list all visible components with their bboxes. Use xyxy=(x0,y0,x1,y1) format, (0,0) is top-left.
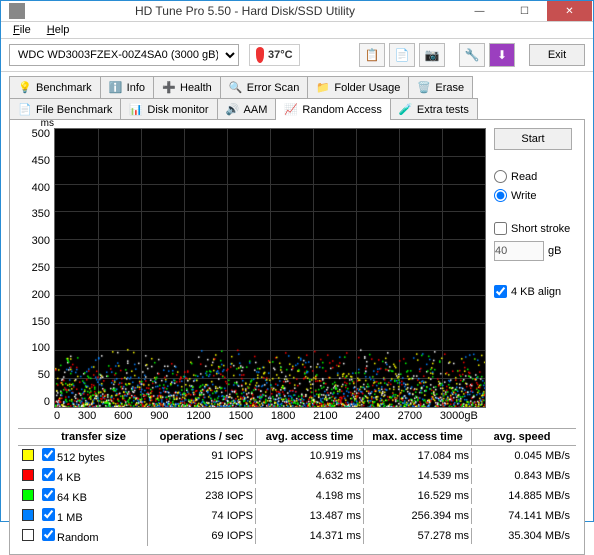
tab-disk-monitor[interactable]: 📊Disk monitor xyxy=(120,98,217,120)
write-radio-row[interactable]: Write xyxy=(494,189,576,202)
trash-icon: 🗑️ xyxy=(417,81,431,95)
tab-error-scan[interactable]: 🔍Error Scan xyxy=(220,76,309,98)
copy-info-button[interactable]: 📋 xyxy=(359,43,385,67)
speed-cell: 35.304 MB/s xyxy=(472,528,572,544)
options-button[interactable]: 🔧 xyxy=(459,43,485,67)
row-checkbox[interactable] xyxy=(42,488,55,501)
max-cell: 57.278 ms xyxy=(364,528,472,544)
stroke-unit-label: gB xyxy=(548,245,561,257)
transfer-size-label: 512 bytes xyxy=(57,452,105,464)
read-radio-row[interactable]: Read xyxy=(494,170,576,183)
menu-file[interactable]: File xyxy=(5,22,39,38)
row-checkbox[interactable] xyxy=(42,508,55,521)
table-header: transfer size operations / sec avg. acce… xyxy=(18,428,576,446)
tab-info[interactable]: ℹ️Info xyxy=(100,76,154,98)
tab-benchmark[interactable]: 💡Benchmark xyxy=(9,76,101,98)
file-icon: 📄 xyxy=(18,103,32,117)
transfer-size-label: Random xyxy=(57,532,99,544)
tab-folder-usage[interactable]: 📁Folder Usage xyxy=(307,76,409,98)
max-cell: 14.539 ms xyxy=(364,468,472,484)
drive-select[interactable]: WDC WD3003FZEX-00Z4SA0 (3000 gB) xyxy=(9,44,239,66)
scatter-plot xyxy=(54,128,486,408)
minimize-button[interactable]: — xyxy=(457,1,502,21)
random-icon: 📈 xyxy=(284,103,298,117)
menubar: File Help xyxy=(1,22,593,39)
table-row: 1 MB74 IOPS13.487 ms256.394 ms74.141 MB/… xyxy=(18,506,576,526)
tab-file-benchmark[interactable]: 📄File Benchmark xyxy=(9,98,121,120)
max-cell: 16.529 ms xyxy=(364,488,472,504)
search-icon: 🔍 xyxy=(229,81,243,95)
write-radio[interactable] xyxy=(494,189,507,202)
transfer-size-label: 1 MB xyxy=(57,512,83,524)
ops-cell: 91 IOPS xyxy=(148,448,256,464)
tab-aam[interactable]: 🔊AAM xyxy=(217,98,277,120)
titlebar: HD Tune Pro 5.50 - Hard Disk/SSD Utility… xyxy=(1,1,593,22)
avg-cell: 14.371 ms xyxy=(256,528,364,544)
tabs: 💡Benchmark ℹ️Info ➕Health 🔍Error Scan 📁F… xyxy=(1,72,593,120)
row-checkbox[interactable] xyxy=(42,448,55,461)
app-window: HD Tune Pro 5.50 - Hard Disk/SSD Utility… xyxy=(0,0,594,522)
read-radio[interactable] xyxy=(494,170,507,183)
color-swatch xyxy=(22,489,34,501)
tab-extra-tests[interactable]: 🧪Extra tests xyxy=(390,98,478,120)
avg-cell: 4.198 ms xyxy=(256,488,364,504)
table-row: 4 KB 215 IOPS4.632 ms14.539 ms0.843 MB/s xyxy=(18,466,576,486)
temperature-display: 37°C xyxy=(249,44,300,66)
info-icon: ℹ️ xyxy=(109,81,123,95)
tab-content: ms 500450400350300250200150100500 Start … xyxy=(9,119,585,555)
app-icon xyxy=(9,3,25,19)
short-stroke-row[interactable]: Short stroke xyxy=(494,222,576,235)
temperature-value: 37°C xyxy=(268,49,293,61)
transfer-size-label: 64 KB xyxy=(57,492,87,504)
row-checkbox[interactable] xyxy=(42,468,55,481)
close-button[interactable]: ✕ xyxy=(547,1,592,21)
short-stroke-checkbox[interactable] xyxy=(494,222,507,235)
ops-cell: 215 IOPS xyxy=(148,468,256,484)
y-axis: ms 500450400350300250200150100500 xyxy=(18,128,54,408)
thermometer-icon xyxy=(256,47,264,63)
tab-erase[interactable]: 🗑️Erase xyxy=(408,76,473,98)
window-title: HD Tune Pro 5.50 - Hard Disk/SSD Utility xyxy=(33,4,457,18)
ops-cell: 238 IOPS xyxy=(148,488,256,504)
transfer-size-label: 4 KB xyxy=(57,472,81,484)
speed-cell: 0.843 MB/s xyxy=(472,468,572,484)
folder-icon: 📁 xyxy=(316,81,330,95)
results-table: transfer size operations / sec avg. acce… xyxy=(18,428,576,546)
start-button[interactable]: Start xyxy=(494,128,572,150)
table-row: 512 bytes 91 IOPS10.919 ms17.084 ms0.045 … xyxy=(18,446,576,466)
bulb-icon: 💡 xyxy=(18,81,32,95)
save-button[interactable]: ⬇ xyxy=(489,43,515,67)
speed-cell: 14.885 MB/s xyxy=(472,488,572,504)
ops-cell: 69 IOPS xyxy=(148,528,256,544)
color-swatch xyxy=(22,529,34,541)
tab-random-access[interactable]: 📈Random Access xyxy=(275,98,390,120)
table-row: 64 KB 238 IOPS4.198 ms16.529 ms14.885 MB/… xyxy=(18,486,576,506)
speaker-icon: 🔊 xyxy=(226,103,240,117)
menu-help[interactable]: Help xyxy=(39,22,78,38)
scatter-points xyxy=(55,347,485,407)
table-row: Random 69 IOPS14.371 ms57.278 ms35.304 MB… xyxy=(18,526,576,546)
tab-health[interactable]: ➕Health xyxy=(153,76,221,98)
avg-cell: 4.632 ms xyxy=(256,468,364,484)
color-swatch xyxy=(22,469,34,481)
row-checkbox[interactable] xyxy=(42,528,55,541)
color-swatch xyxy=(22,449,34,461)
monitor-icon: 📊 xyxy=(129,103,143,117)
max-cell: 17.084 ms xyxy=(364,448,472,464)
health-icon: ➕ xyxy=(162,81,176,95)
avg-cell: 10.919 ms xyxy=(256,448,364,464)
align-4kb-row[interactable]: 4 KB align xyxy=(494,285,576,298)
screenshot-button[interactable]: 📷 xyxy=(419,43,445,67)
tests-icon: 🧪 xyxy=(399,103,413,117)
color-swatch xyxy=(22,509,34,521)
exit-button[interactable]: Exit xyxy=(529,44,585,66)
copy-screenshot-button[interactable]: 📄 xyxy=(389,43,415,67)
toolbar: WDC WD3003FZEX-00Z4SA0 (3000 gB) 37°C 📋 … xyxy=(1,39,593,72)
x-axis: 03006009001200150018002100240027003000gB xyxy=(18,408,478,424)
speed-cell: 0.045 MB/s xyxy=(472,448,572,464)
controls-panel: Start Read Write Short stroke gB 4 KB al… xyxy=(486,128,576,408)
align-4kb-checkbox[interactable] xyxy=(494,285,507,298)
maximize-button[interactable]: ☐ xyxy=(502,1,547,21)
stroke-value-input[interactable] xyxy=(494,241,544,261)
